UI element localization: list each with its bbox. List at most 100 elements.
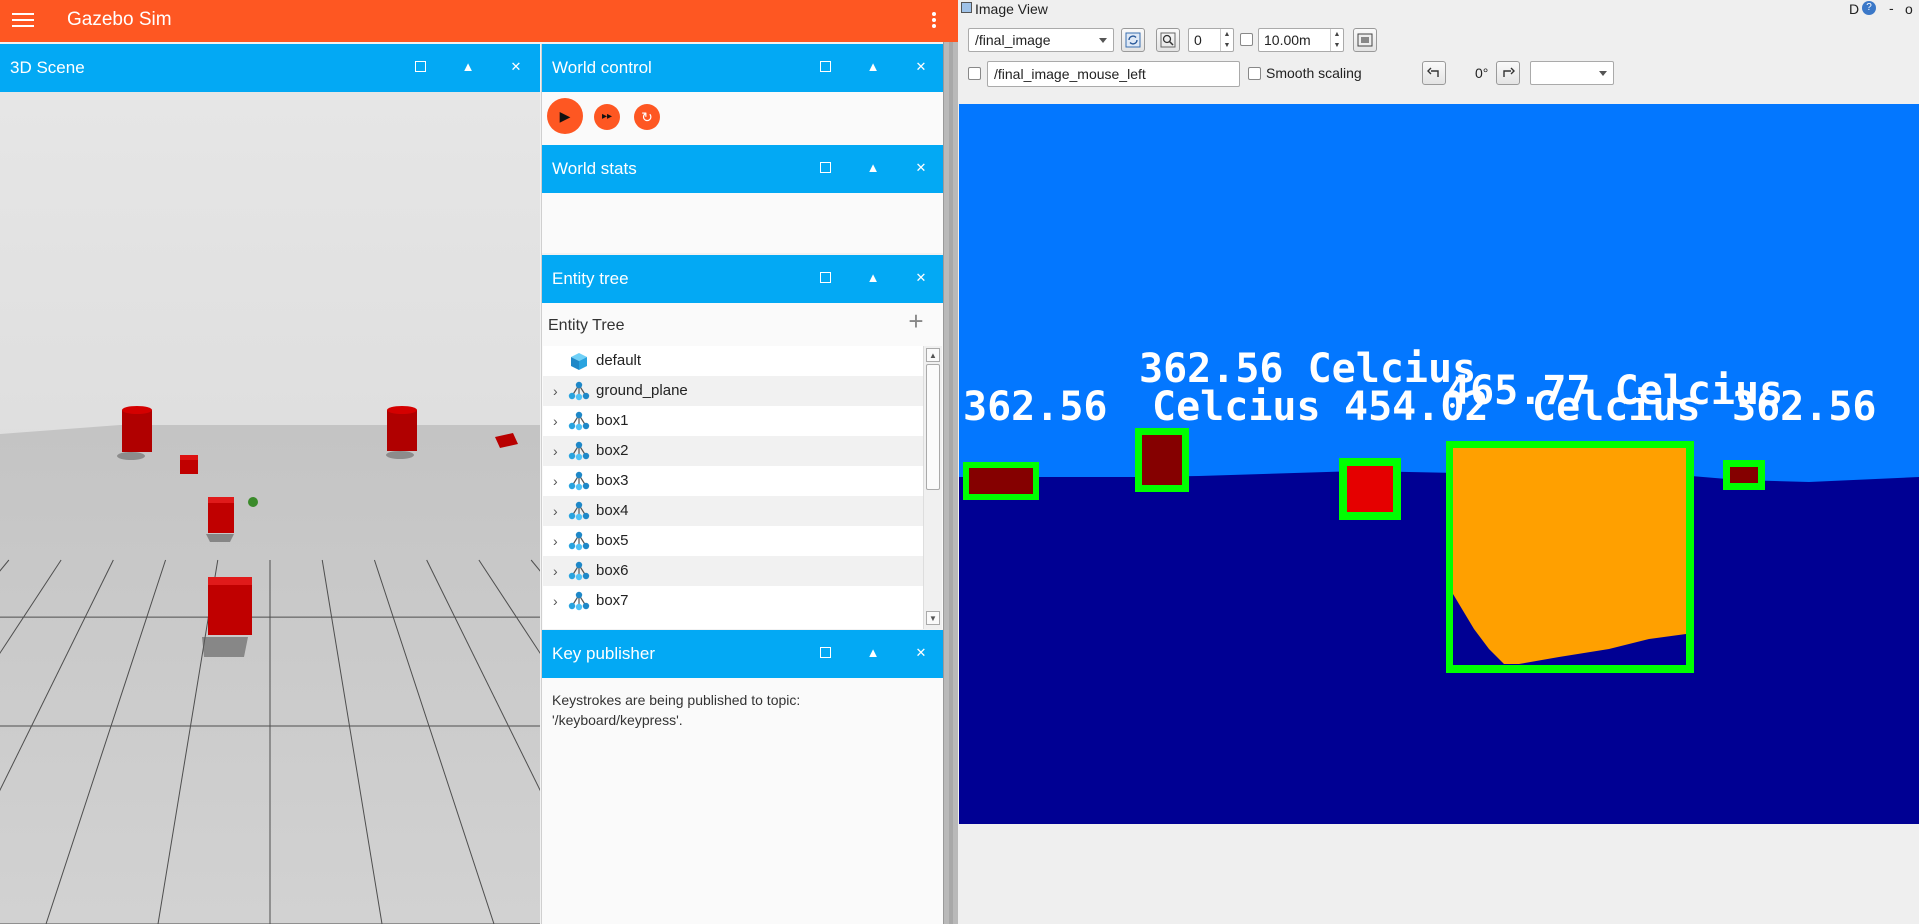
scene-render bbox=[0, 92, 540, 924]
entity-tree-row[interactable]: › box1 bbox=[543, 406, 923, 436]
image-display[interactable]: 362.56 Celcius 465.77 Celcius 362.56 Cel… bbox=[959, 104, 1919, 824]
key-publisher-close-button[interactable]: ✕ bbox=[910, 642, 932, 664]
entity-name: box7 bbox=[596, 592, 629, 609]
scene-maximize-button[interactable] bbox=[409, 56, 431, 78]
chevron-right-icon[interactable]: › bbox=[553, 503, 558, 519]
smooth-scaling-checkbox[interactable] bbox=[1248, 67, 1261, 80]
temperature-label: 362.56 bbox=[963, 384, 1108, 430]
scene-panel-header: 3D Scene ▲ ✕ bbox=[0, 44, 540, 92]
min-depth-value: 0 bbox=[1194, 32, 1202, 48]
scene-close-button[interactable]: ✕ bbox=[505, 56, 527, 78]
maximize-icon bbox=[819, 61, 831, 72]
scroll-thumb[interactable] bbox=[926, 364, 940, 490]
chevron-right-icon[interactable]: › bbox=[553, 593, 558, 609]
entity-tree-row[interactable]: › box5 bbox=[543, 526, 923, 556]
close-button[interactable]: o bbox=[1905, 1, 1913, 17]
key-publisher-title: Key publisher bbox=[552, 644, 656, 663]
entity-tree-row[interactable]: › box2 bbox=[543, 436, 923, 466]
publish-mouse-checkbox[interactable] bbox=[968, 67, 981, 80]
dock-toggle[interactable]: D bbox=[1849, 1, 1859, 17]
world-stats-title: World stats bbox=[552, 159, 637, 178]
reset-button[interactable]: ↻ bbox=[634, 104, 660, 130]
step-button[interactable]: ▸▸ bbox=[594, 104, 620, 130]
help-icon[interactable]: ? bbox=[1862, 1, 1876, 15]
min-depth-spinbox[interactable]: 0 ▲ ▼ bbox=[1188, 28, 1234, 52]
world-stats-maximize-button[interactable] bbox=[814, 157, 836, 179]
chevron-right-icon[interactable]: › bbox=[553, 473, 558, 489]
chevron-right-icon[interactable]: › bbox=[553, 443, 558, 459]
entity-tree-row[interactable]: › box4 bbox=[543, 496, 923, 526]
entity-tree-row[interactable]: › box7 bbox=[543, 586, 923, 616]
entity-tree-panel-header: Entity tree ▲ ✕ bbox=[542, 255, 943, 303]
key-publisher-collapse-button[interactable]: ▲ bbox=[862, 642, 884, 664]
more-vert-icon[interactable] bbox=[928, 10, 940, 32]
entity-tree-body: Entity Tree + default › ground_plane › box1 ›… bbox=[542, 303, 943, 629]
temperature-label: Celcius bbox=[1152, 384, 1321, 430]
gazebo-plugins-column: World control ▲ ✕ ▶ ▸▸ ↻ World stats ▲ ✕… bbox=[541, 44, 943, 924]
max-range-checkbox[interactable] bbox=[1240, 33, 1253, 46]
entity-name: box5 bbox=[596, 532, 629, 549]
max-range-spinbox[interactable]: 10.00m ▲ ▼ bbox=[1258, 28, 1344, 52]
chevron-right-icon[interactable]: › bbox=[553, 383, 558, 399]
entity-tree-row[interactable]: › box6 bbox=[543, 556, 923, 586]
entity-tree-row[interactable]: › box3 bbox=[543, 466, 923, 496]
rotate-left-button[interactable] bbox=[1422, 61, 1446, 85]
temperature-label: 362.56 bbox=[1732, 384, 1877, 430]
add-entity-icon[interactable]: + bbox=[904, 308, 928, 334]
spin-up-icon[interactable]: ▲ bbox=[1220, 29, 1233, 40]
minimize-button[interactable]: - bbox=[1889, 0, 1894, 16]
temperature-label: 454.02 bbox=[1344, 384, 1489, 430]
window-splitter[interactable] bbox=[943, 42, 958, 924]
rotate-left-icon bbox=[1427, 67, 1439, 77]
model-icon bbox=[568, 561, 590, 581]
entity-tree-row[interactable]: › ground_plane bbox=[543, 376, 923, 406]
mouse-topic-input[interactable]: /final_image_mouse_left bbox=[987, 61, 1240, 87]
rotate-right-button[interactable] bbox=[1496, 61, 1520, 85]
chevron-down-icon bbox=[1599, 71, 1607, 76]
scene-3d-viewport[interactable] bbox=[0, 92, 540, 924]
model-icon bbox=[568, 531, 590, 551]
entity-tree-scrollbar[interactable]: ▲ ▼ bbox=[923, 346, 942, 629]
world-control-close-button[interactable]: ✕ bbox=[910, 56, 932, 78]
colormap-select[interactable] bbox=[1530, 61, 1614, 85]
model-icon bbox=[568, 381, 590, 401]
image-view-window: Image View D ? - o /final_image 0 ▲ ▼ 10… bbox=[959, 0, 1919, 924]
chevron-right-icon[interactable]: › bbox=[553, 413, 558, 429]
entity-tree-row[interactable]: default bbox=[543, 346, 923, 376]
scene-collapse-button[interactable]: ▲ bbox=[457, 56, 479, 78]
spin-down-icon[interactable]: ▼ bbox=[1330, 40, 1343, 51]
smooth-scaling-label: Smooth scaling bbox=[1266, 65, 1362, 81]
world-control-title: World control bbox=[552, 58, 652, 77]
world-stats-body bbox=[542, 193, 943, 253]
scroll-up-arrow-icon[interactable]: ▲ bbox=[926, 348, 940, 362]
entity-name: box6 bbox=[596, 562, 629, 579]
play-button[interactable]: ▶ bbox=[547, 98, 583, 134]
hamburger-menu-icon[interactable] bbox=[12, 10, 34, 30]
model-icon bbox=[568, 471, 590, 491]
model-icon bbox=[568, 411, 590, 431]
chevron-right-icon[interactable]: › bbox=[553, 533, 558, 549]
topic-select[interactable]: /final_image bbox=[968, 28, 1114, 52]
scroll-down-arrow-icon[interactable]: ▼ bbox=[926, 611, 940, 625]
maximize-icon bbox=[414, 61, 426, 72]
model-icon bbox=[568, 591, 590, 611]
world-cube-icon bbox=[571, 353, 587, 370]
spin-down-icon[interactable]: ▼ bbox=[1220, 40, 1233, 51]
refresh-topics-button[interactable] bbox=[1121, 28, 1145, 52]
entity-name: box1 bbox=[596, 412, 629, 429]
scene-panel-title: 3D Scene bbox=[10, 58, 85, 77]
entity-tree-collapse-button[interactable]: ▲ bbox=[862, 267, 884, 289]
world-stats-collapse-button[interactable]: ▲ bbox=[862, 157, 884, 179]
entity-tree-close-button[interactable]: ✕ bbox=[910, 267, 932, 289]
world-control-body: ▶ ▸▸ ↻ bbox=[542, 92, 943, 145]
save-image-button[interactable] bbox=[1353, 28, 1377, 52]
entity-tree-maximize-button[interactable] bbox=[814, 267, 836, 289]
world-stats-close-button[interactable]: ✕ bbox=[910, 157, 932, 179]
spin-up-icon[interactable]: ▲ bbox=[1330, 29, 1343, 40]
key-publisher-message: Keystrokes are being published to topic:… bbox=[552, 692, 801, 728]
chevron-right-icon[interactable]: › bbox=[553, 563, 558, 579]
world-control-maximize-button[interactable] bbox=[814, 56, 836, 78]
zoom-fit-button[interactable] bbox=[1156, 28, 1180, 52]
key-publisher-maximize-button[interactable] bbox=[814, 642, 836, 664]
world-control-collapse-button[interactable]: ▲ bbox=[862, 56, 884, 78]
